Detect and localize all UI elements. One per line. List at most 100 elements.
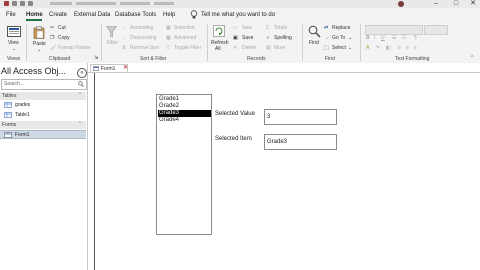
totals-button[interactable]: Totals [274,25,287,31]
minimize-icon[interactable]: – [430,0,442,8]
numbering-icon[interactable]: ☷ [402,35,406,41]
font-name-dropdown[interactable] [365,25,423,35]
find-button[interactable]: Find [309,40,319,46]
undo-icon[interactable] [20,1,25,6]
nav-section-tables[interactable]: Tables ⌃ [0,92,86,100]
format-painter-icon[interactable]: 🖌 [50,45,56,51]
font-color-icon[interactable]: A [366,45,369,51]
close-icon[interactable]: ✕ [467,0,479,8]
view-icon[interactable] [7,26,21,37]
refresh-icon[interactable] [213,25,225,37]
toggle-filter-icon[interactable]: ▽ [166,45,170,51]
paste-icon[interactable] [33,26,45,39]
new-record-button[interactable]: New [242,25,252,31]
font-size-dropdown[interactable] [424,25,448,35]
save-icon[interactable] [12,1,17,6]
find-icon[interactable] [308,25,321,38]
remove-sort-icon[interactable]: ⇅ [122,45,126,51]
fill-color-icon[interactable]: ◧ [386,45,391,51]
menu-file[interactable]: File [6,11,16,19]
highlight-icon[interactable]: ✎ [376,45,380,51]
delete-record-button[interactable]: Delete [242,45,256,51]
list-item[interactable]: Grade1 [158,96,211,103]
menu-home[interactable]: Home [26,11,43,19]
select-icon[interactable]: ⬚ [324,45,329,51]
copy-button[interactable]: Copy [58,35,70,41]
selected-item-field[interactable]: Grade3 [264,134,337,150]
descending-icon[interactable]: ↓ [122,35,125,41]
list-item[interactable]: Grade2 [158,103,211,110]
refresh-all-button[interactable]: All [215,46,221,52]
selection-icon[interactable]: ▦ [166,25,171,31]
menu-create[interactable]: Create [49,11,67,19]
replace-icon[interactable]: ⇄ [324,25,328,31]
maximize-icon[interactable]: □ [450,0,462,8]
close-tab-icon[interactable]: ✕ [123,65,128,72]
user-avatar-icon[interactable] [398,1,404,7]
chevron-up-icon: ⌃ [77,92,82,98]
selected-value-field[interactable]: 3 [264,109,337,125]
grades-listbox[interactable]: Grade1 Grade2 Grade3 Grade4 [156,94,212,235]
clipboard-launcher-icon[interactable]: ⇲ [94,55,98,61]
nav-section-forms[interactable]: Forms ⌃ [0,121,86,129]
selection-button[interactable]: Selection [174,25,195,31]
paste-dropdown-icon[interactable]: ⌄ [37,47,41,53]
more-icon[interactable]: ▤ [266,45,271,51]
menu-external-data[interactable]: External Data [74,11,110,19]
nav-item-form1[interactable]: Form1 [0,130,86,139]
goto-icon[interactable]: → [324,35,329,41]
table-icon [4,112,12,118]
menu-help[interactable]: Help [163,11,175,19]
goto-dropdown-icon[interactable]: ⌄ [348,35,352,41]
filter-icon[interactable] [106,26,117,38]
spelling-icon[interactable]: ✓ [266,35,270,41]
nav-item-grades[interactable]: grades [0,101,86,110]
remove-sort-button[interactable]: Remove Sort [130,45,159,51]
quick-access-toolbar[interactable] [4,1,44,7]
select-button[interactable]: Select [332,45,346,51]
collapse-ribbon-icon[interactable]: ⌃ [470,55,474,61]
goto-button[interactable]: Go To [332,35,345,41]
view-dropdown-icon[interactable]: ⌄ [12,46,16,52]
format-painter-button[interactable]: Format Painter [58,45,91,51]
replace-button[interactable]: Replace [332,25,350,31]
save-record-icon[interactable]: ▣ [233,35,238,41]
cut-icon[interactable]: ✂ [50,25,54,31]
align-center-icon[interactable]: ≡ [406,45,409,51]
menu-database-tools[interactable]: Database Tools [115,11,156,19]
advanced-icon[interactable]: ▦ [166,35,171,41]
ascending-icon[interactable]: ↑ [122,25,125,31]
ribbon-separator [26,24,27,61]
totals-icon[interactable]: Σ [266,25,269,31]
nav-pane-title[interactable]: All Access Obj... [1,66,66,77]
bullets-icon[interactable]: ☰ [392,35,396,41]
ascending-button[interactable]: Ascending [130,25,153,31]
descending-button[interactable]: Descending [130,35,156,41]
more-button[interactable]: More [274,45,285,51]
ltr-icon[interactable]: ¶ [414,35,417,41]
underline-icon[interactable]: U [381,35,385,41]
nav-search-input[interactable]: Search... [1,79,87,90]
redo-icon[interactable] [28,1,33,6]
align-right-icon[interactable]: ≡ [414,45,417,51]
list-item[interactable]: Grade4 [158,117,211,124]
italic-icon[interactable]: I [374,35,375,41]
copy-icon[interactable]: ❐ [50,35,54,41]
tell-me-input[interactable]: Tell me what you want to do [201,11,275,19]
delete-record-icon[interactable]: ✕ [233,45,237,51]
align-left-icon[interactable]: ≡ [398,45,401,51]
spelling-button[interactable]: Spelling [274,35,292,41]
filter-button[interactable]: Filter [107,40,118,46]
list-item-selected[interactable]: Grade3 [158,110,211,117]
toggle-filter-button[interactable]: Toggle Filter [174,45,201,51]
bold-icon[interactable]: B [366,35,370,41]
form-record-selector[interactable] [94,73,95,270]
nav-collapse-icon[interactable]: « [77,68,87,78]
cut-button[interactable]: Cut [58,25,66,31]
new-record-icon[interactable]: ▭ [233,25,238,31]
form-icon [4,132,12,138]
nav-item-table1[interactable]: Table1 [0,111,86,120]
advanced-button[interactable]: Advanced [174,35,196,41]
select-dropdown-icon[interactable]: ⌄ [348,45,352,51]
save-record-button[interactable]: Save [242,35,253,41]
